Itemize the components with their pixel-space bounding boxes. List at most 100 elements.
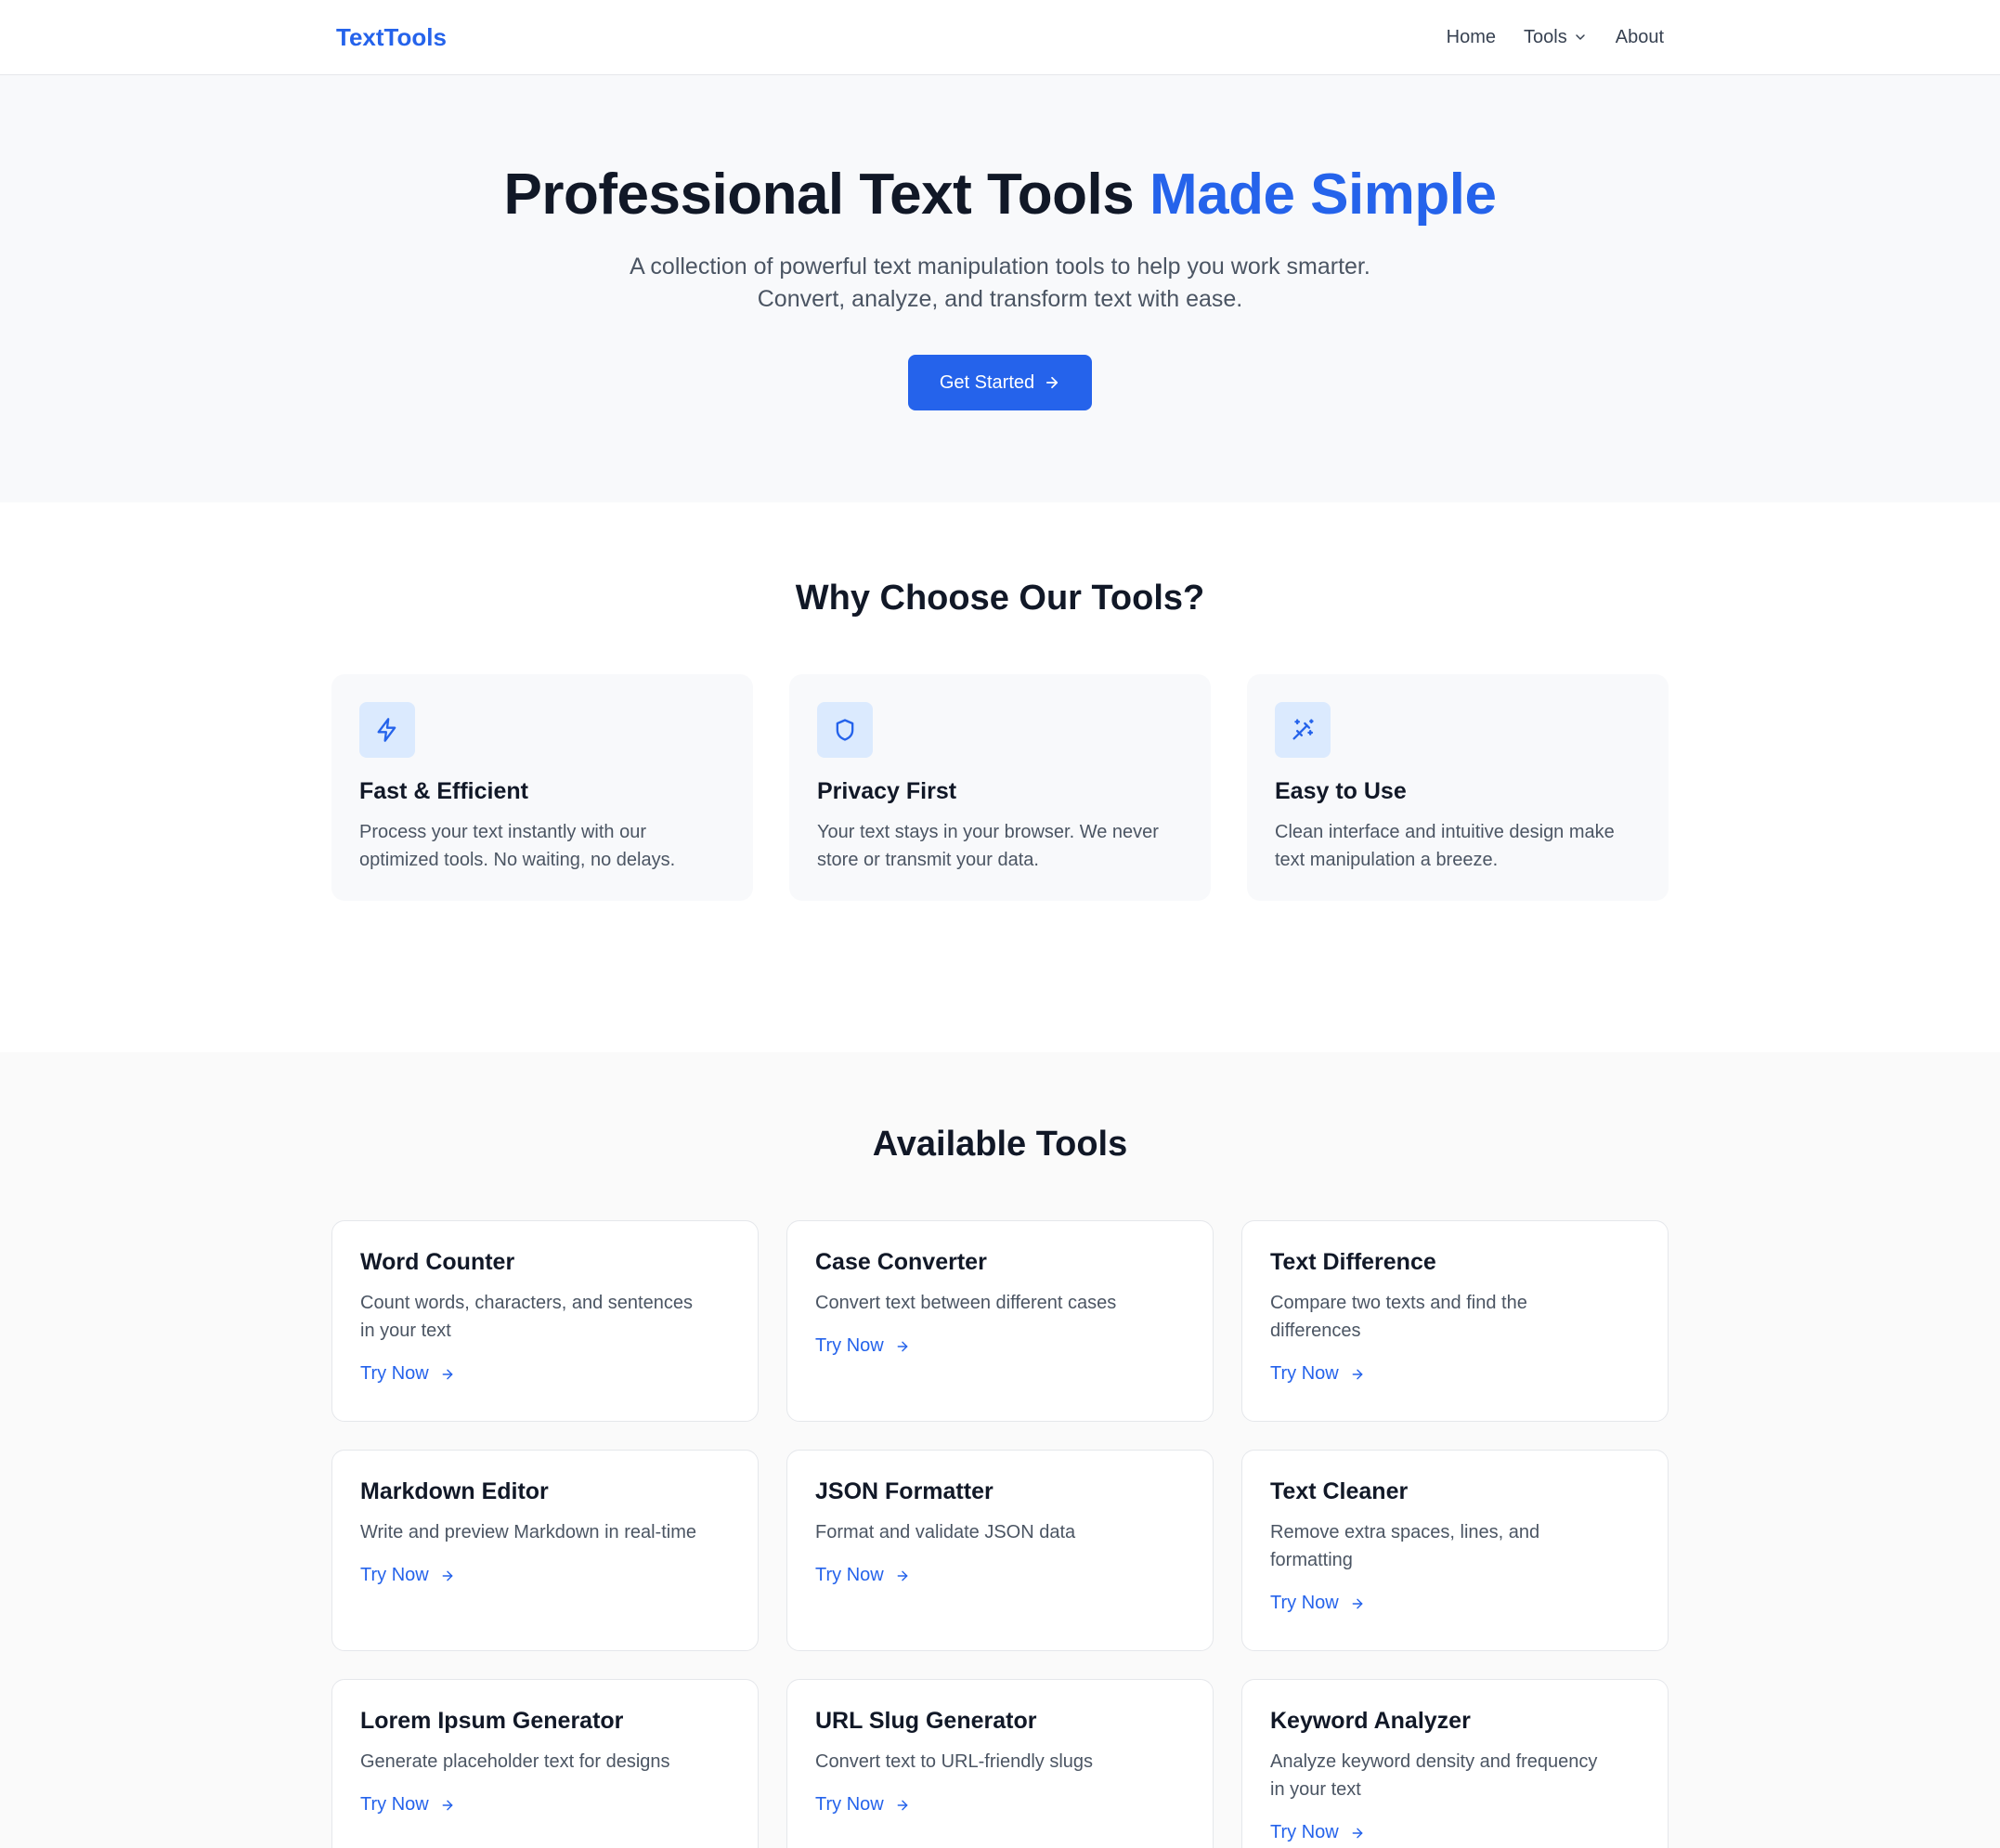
hero-title-main: Professional Text Tools [503, 163, 1135, 227]
arrow-right-icon [442, 1570, 453, 1581]
feature-desc-line1: Clean interface and intuitive design mak… [1275, 822, 1615, 842]
feature-desc-line2: store or transmit your data. [817, 850, 1039, 870]
features-section: Why Choose Our Tools? Fast & Efficient P… [0, 502, 2000, 1052]
try-now-label: Try Now [1270, 1363, 1339, 1384]
tool-desc: Count words, characters, and sentences in… [360, 1289, 730, 1345]
nav-home-link[interactable]: Home [1447, 27, 1496, 48]
arrow-right-icon [897, 1570, 908, 1581]
tool-desc-line2: in your text [1270, 1779, 1361, 1800]
nav-tools-label: Tools [1524, 26, 1567, 47]
try-now-label: Try Now [1270, 1822, 1339, 1842]
nav-links: Home Tools About [1447, 27, 1664, 48]
tool-title: Lorem Ipsum Generator [360, 1708, 624, 1734]
arrow-right-icon [1352, 1369, 1363, 1379]
tool-title: JSON Formatter [815, 1478, 994, 1504]
feature-title: Easy to Use [1275, 778, 1407, 804]
try-now-link[interactable]: Try Now [360, 1363, 455, 1385]
tools-section: Available Tools Word Counter Count words… [0, 1052, 2000, 1848]
tool-card-markdown-editor[interactable]: Markdown Editor Write and preview Markdo… [331, 1450, 759, 1651]
tool-desc-line1: Remove extra spaces, lines, and [1270, 1522, 1540, 1542]
nav-container: TextTools Home Tools About [336, 0, 1664, 74]
feature-card: Easy to Use Clean interface and intuitiv… [1247, 674, 1669, 901]
feature-icon-box [359, 702, 415, 758]
try-now-label: Try Now [815, 1335, 884, 1356]
tool-title: Word Counter [360, 1249, 515, 1275]
tool-desc-line1: Format and validate JSON data [815, 1522, 1076, 1542]
try-now-label: Try Now [360, 1363, 429, 1384]
try-now-link[interactable]: Try Now [815, 1565, 910, 1586]
lightning-icon [377, 718, 396, 742]
tool-title: Text Difference [1270, 1249, 1436, 1275]
tool-desc: Convert text to URL-friendly slugs [815, 1748, 1185, 1776]
tool-desc: Compare two texts and find the difference… [1270, 1289, 1640, 1345]
feature-desc-line1: Your text stays in your browser. We neve… [817, 822, 1159, 842]
tool-card-lorem-ipsum-generator[interactable]: Lorem Ipsum Generator Generate placehold… [331, 1679, 759, 1848]
tool-card-url-slug-generator[interactable]: URL Slug Generator Convert text to URL-f… [786, 1679, 1214, 1848]
brand-logo[interactable]: TextTools [336, 23, 447, 52]
tool-title: Case Converter [815, 1249, 987, 1275]
tool-card-case-converter[interactable]: Case Converter Convert text between diff… [786, 1220, 1214, 1422]
arrow-right-icon [442, 1369, 453, 1379]
chevron-down-icon [1576, 34, 1585, 40]
tool-desc: Analyze keyword density and frequency in … [1270, 1748, 1640, 1803]
feature-icon-box [1275, 702, 1331, 758]
tool-card-text-difference[interactable]: Text Difference Compare two texts and fi… [1241, 1220, 1669, 1422]
tool-card-word-counter[interactable]: Word Counter Count words, characters, an… [331, 1220, 759, 1422]
tool-desc: Write and preview Markdown in real-time [360, 1518, 730, 1546]
hero-subtitle: A collection of powerful text manipulati… [0, 251, 2000, 316]
hero-section: Professional Text Tools Made Simple A co… [0, 75, 2000, 502]
arrow-right-icon [1352, 1828, 1363, 1838]
feature-desc-line1: Process your text instantly with our [359, 822, 647, 842]
arrow-right-icon [897, 1800, 908, 1810]
tool-desc: Convert text between different cases [815, 1289, 1185, 1317]
hero-subtitle-line1: A collection of powerful text manipulati… [630, 254, 1370, 280]
tool-desc-line1: Analyze keyword density and frequency [1270, 1751, 1598, 1772]
hero-subtitle-line2: Convert, analyze, and transform text wit… [757, 286, 1243, 313]
nav-home-label: Home [1446, 26, 1497, 47]
feature-card: Privacy First Your text stays in your br… [789, 674, 1211, 901]
arrow-right-icon [897, 1341, 908, 1351]
magic-wand-icon [1292, 719, 1314, 740]
feature-title: Privacy First [817, 778, 957, 804]
nav-tools-dropdown[interactable]: Tools [1524, 27, 1588, 48]
nav-about-link[interactable]: About [1616, 27, 1664, 48]
try-now-link[interactable]: Try Now [815, 1335, 910, 1357]
try-now-link[interactable]: Try Now [1270, 1363, 1365, 1385]
arrow-right-icon [1046, 377, 1058, 389]
feature-desc: Process your text instantly with our opti… [359, 818, 725, 874]
tool-card-keyword-analyzer[interactable]: Keyword Analyzer Analyze keyword density… [1241, 1679, 1669, 1848]
get-started-label: Get Started [939, 371, 1035, 393]
arrow-right-icon [1352, 1598, 1363, 1608]
tool-desc: Remove extra spaces, lines, and formattin… [1270, 1518, 1640, 1574]
try-now-label: Try Now [1270, 1593, 1339, 1613]
tool-desc-line1: Write and preview Markdown in real-time [360, 1522, 696, 1542]
hero-title-accent: Made Simple [1149, 163, 1497, 227]
tool-desc-line2: in your text [360, 1321, 451, 1341]
nav-about-label: About [1615, 26, 1664, 47]
try-now-link[interactable]: Try Now [360, 1794, 455, 1815]
feature-grid: Fast & Efficient Process your text insta… [331, 674, 1669, 901]
try-now-link[interactable]: Try Now [1270, 1822, 1365, 1843]
tool-desc-line2: formatting [1270, 1550, 1353, 1570]
tool-title: Markdown Editor [360, 1478, 549, 1504]
try-now-label: Try Now [815, 1565, 884, 1585]
try-now-link[interactable]: Try Now [815, 1794, 910, 1815]
tool-title: Text Cleaner [1270, 1478, 1409, 1504]
feature-desc-line2: optimized tools. No waiting, no delays. [359, 850, 676, 870]
tool-card-json-formatter[interactable]: JSON Formatter Format and validate JSON … [786, 1450, 1214, 1651]
top-nav: TextTools Home Tools About [0, 0, 2000, 75]
feature-desc: Your text stays in your browser. We neve… [817, 818, 1183, 874]
tool-card-text-cleaner[interactable]: Text Cleaner Remove extra spaces, lines,… [1241, 1450, 1669, 1651]
try-now-label: Try Now [815, 1794, 884, 1815]
tools-title: Available Tools [872, 1125, 1128, 1164]
shield-icon [836, 719, 854, 741]
hero-title: Professional Text Tools Made Simple [0, 163, 2000, 227]
tool-title: URL Slug Generator [815, 1708, 1037, 1734]
try-now-link[interactable]: Try Now [1270, 1593, 1365, 1614]
try-now-link[interactable]: Try Now [360, 1565, 455, 1586]
get-started-button[interactable]: Get Started [908, 355, 1092, 411]
tool-desc-line1: Convert text between different cases [815, 1293, 1117, 1313]
feature-desc: Clean interface and intuitive design mak… [1275, 818, 1641, 874]
tool-desc: Generate placeholder text for designs [360, 1748, 730, 1776]
feature-card: Fast & Efficient Process your text insta… [331, 674, 753, 901]
